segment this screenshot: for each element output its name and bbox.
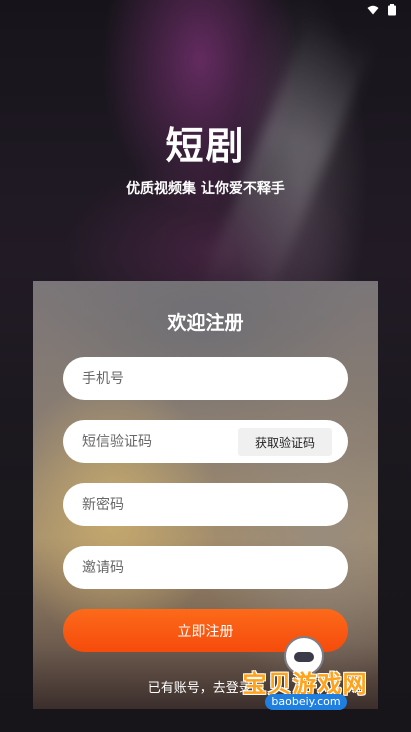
invite-code-field-container	[63, 546, 348, 589]
app-subtitle: 优质视频集 让你爱不释手	[126, 181, 285, 197]
register-title: 欢迎注册	[167, 312, 244, 334]
watermark: 宝贝游戏网 baobeiy.com	[230, 636, 380, 712]
phone-field-container	[63, 357, 348, 400]
new-password-input[interactable]	[80, 495, 234, 514]
get-code-button[interactable]: 获取验证码	[238, 428, 332, 456]
sms-code-input[interactable]	[80, 432, 234, 451]
status-bar	[0, 0, 411, 22]
battery-icon	[388, 4, 396, 16]
status-icons	[367, 4, 397, 16]
new-password-field-container	[63, 483, 348, 526]
app-title: 短剧	[165, 124, 246, 168]
sms-code-field-container: 获取验证码	[63, 420, 348, 463]
phone-input[interactable]	[80, 369, 234, 388]
wifi-icon	[367, 5, 379, 15]
invite-code-input[interactable]	[80, 558, 234, 577]
watermark-domain: baobeiy.com	[265, 694, 347, 710]
